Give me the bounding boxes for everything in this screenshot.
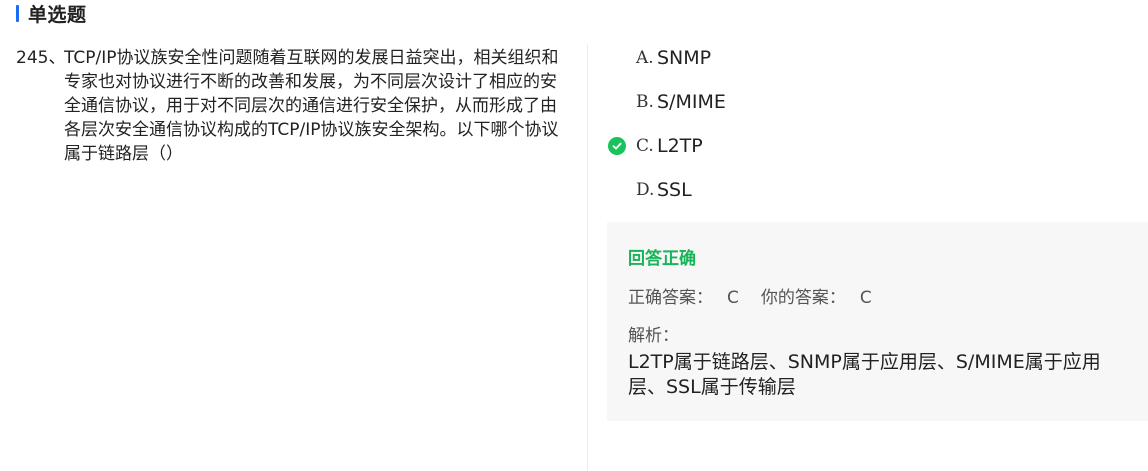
section-title: 单选题 <box>28 3 87 26</box>
checkmark-glyph <box>612 142 622 150</box>
correct-answer-value: C <box>727 288 739 308</box>
option-letter: D. <box>636 180 655 200</box>
answers-line: 正确答案： C 你的答案： C <box>628 283 872 308</box>
title-accent-bar <box>16 4 19 22</box>
analysis-text: L2TP属于链路层、SNMP属于应用层、S/MIME属于应用层、SSL属于传输层 <box>628 351 1101 398</box>
correct-answer-label: 正确答案： <box>628 288 713 308</box>
column-divider <box>587 44 588 471</box>
option-letter: C. <box>636 136 654 156</box>
option-text: SNMP <box>657 47 712 69</box>
option-letter: A. <box>636 48 654 68</box>
analysis-label: 解析： <box>628 326 679 346</box>
option-a[interactable]: A. SNMP <box>606 36 1126 80</box>
options-list: A. SNMP B. S/MIME C. L2TP D. SSL <box>606 36 1126 212</box>
question-text: TCP/IP协议族安全性问题随着互联网的发展日益突出，相关组织和专家也对协议进行… <box>64 48 559 164</box>
option-text: S/MIME <box>657 91 726 113</box>
option-letter: B. <box>636 92 654 112</box>
answer-panel: 回答正确 正确答案： C 你的答案： C 解析： L2TP属于链路层、SNMP属于应用… <box>607 222 1148 421</box>
your-answer-value: C <box>859 288 872 308</box>
option-b[interactable]: B. S/MIME <box>606 80 1126 124</box>
question-number: 245、 <box>16 48 66 68</box>
section-header: 单选题 <box>16 0 87 26</box>
option-text: L2TP <box>657 135 703 157</box>
option-c[interactable]: C. L2TP <box>606 124 1126 168</box>
question-page: 单选题 245、 TCP/IP协议族安全性问题随着互联网的发展日益突出，相关组织… <box>0 0 1148 471</box>
check-circle-icon <box>608 137 626 155</box>
option-text: SSL <box>657 179 692 201</box>
your-answer-label: 你的答案： <box>760 288 846 308</box>
result-status: 回答正确 <box>628 249 696 269</box>
option-d[interactable]: D. SSL <box>606 168 1126 212</box>
